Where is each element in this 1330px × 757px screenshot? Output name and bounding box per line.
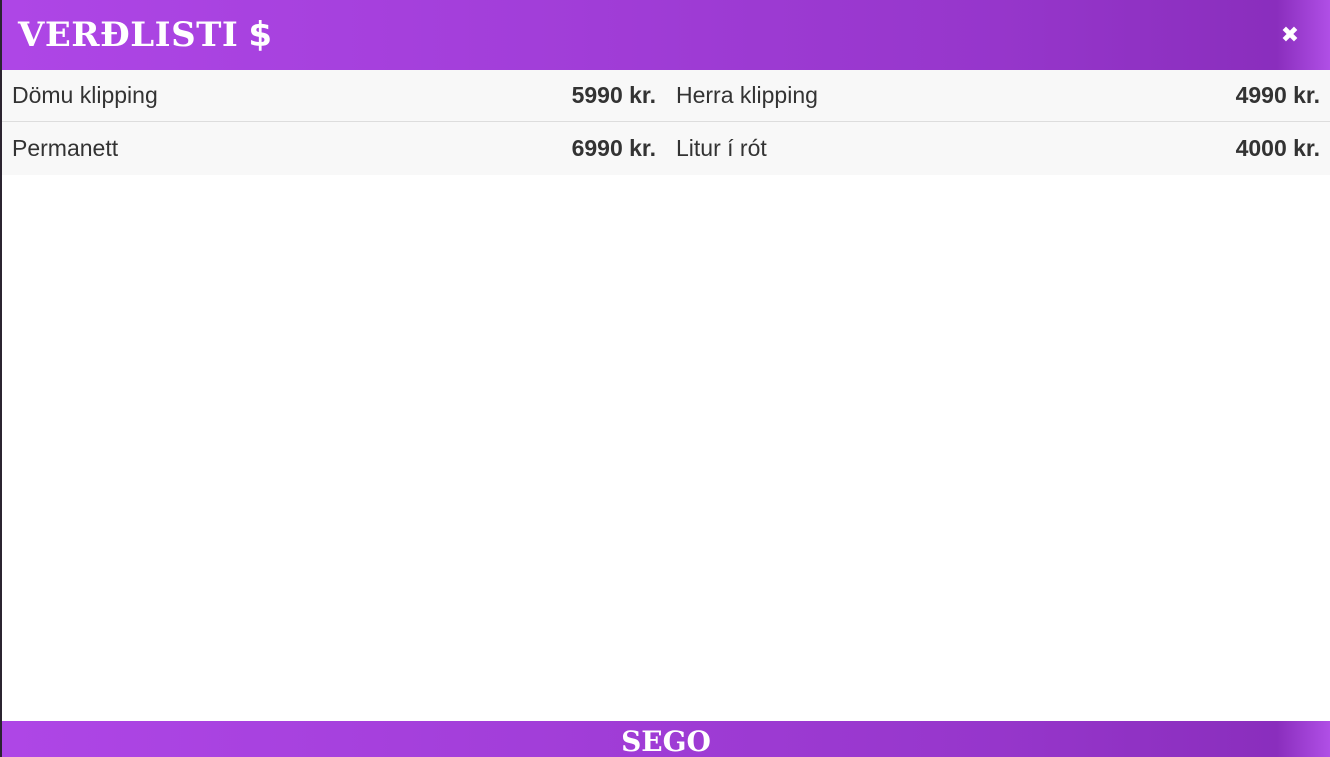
table-row: Permanett 6990 kr. Litur í rót 4000 kr. [2, 122, 1330, 175]
price-item: Herra klipping 4990 kr. [666, 70, 1330, 121]
close-button[interactable]: ✖ [1274, 19, 1306, 51]
close-icon: ✖ [1280, 22, 1300, 48]
service-name: Litur í rót [676, 135, 767, 161]
price-table: Dömu klipping 5990 kr. Herra klipping 49… [2, 70, 1330, 175]
service-price: 5990 kr. [571, 82, 656, 108]
price-item: Dömu klipping 5990 kr. [2, 70, 666, 121]
service-price: 4000 kr. [1235, 135, 1320, 161]
title-group: VERÐLISTI $ [18, 15, 272, 55]
dollar-icon: $ [248, 15, 273, 55]
modal-header: VERÐLISTI $ ✖ [2, 0, 1330, 70]
price-item: Permanett 6990 kr. [2, 122, 666, 175]
price-item: Litur í rót 4000 kr. [666, 122, 1330, 175]
table-row: Dömu klipping 5990 kr. Herra klipping 49… [2, 70, 1330, 122]
service-price: 6990 kr. [571, 135, 656, 161]
modal-title: VERÐLISTI [18, 15, 239, 55]
service-price: 4990 kr. [1235, 82, 1320, 108]
brand-name: SEGO [621, 725, 711, 757]
service-name: Herra klipping [676, 82, 818, 108]
service-name: Dömu klipping [12, 82, 158, 108]
modal-footer: SEGO [2, 721, 1330, 757]
price-list-modal: VERÐLISTI $ ✖ Dömu klipping 5990 kr. Her… [2, 0, 1330, 757]
service-name: Permanett [12, 135, 119, 161]
